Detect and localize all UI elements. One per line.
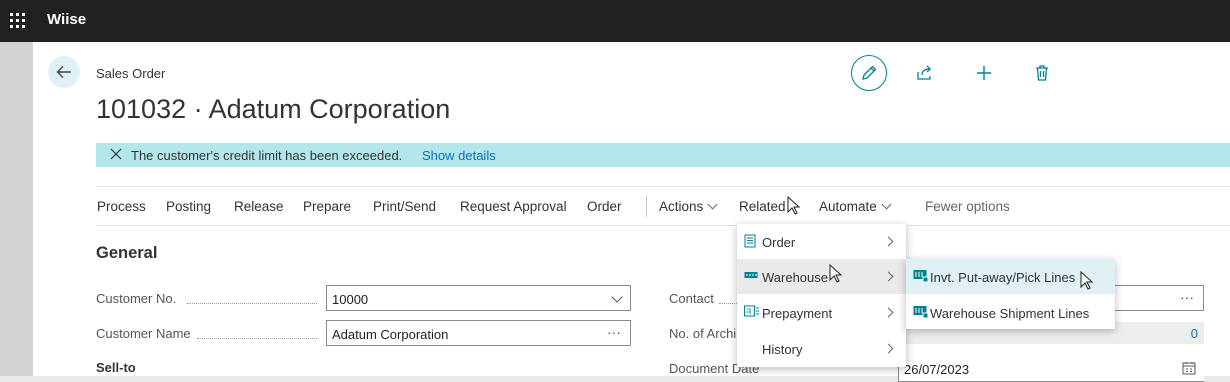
related-menu-item-label: Prepayment (762, 306, 833, 321)
page-title: 101032 · Adatum Corporation (96, 94, 451, 124)
no-of-archived-label: No. of Archi (669, 326, 737, 341)
action-release[interactable]: Release (234, 199, 284, 214)
chevron-right-icon (883, 343, 894, 354)
close-icon[interactable] (110, 148, 122, 160)
chevron-down-icon (707, 199, 718, 210)
action-actions-menu[interactable]: Actions (659, 199, 718, 214)
contact-label: Contact (669, 291, 714, 306)
calendar-icon[interactable] (1182, 361, 1196, 375)
related-label: Related (739, 199, 786, 214)
document-date-field[interactable]: 26/07/2023 (898, 356, 1204, 382)
general-heading: General (96, 244, 158, 262)
share-icon (917, 65, 931, 80)
prepayment-icon (744, 305, 759, 317)
related-menu-item-label: Warehouse (762, 270, 828, 285)
mouse-pointer-icon (787, 196, 801, 215)
credit-limit-notification: The customer's credit limit has been exc… (96, 143, 1230, 167)
related-menu-item-label: Order (762, 235, 796, 250)
arrow-left-icon (56, 66, 71, 78)
customer-name-field[interactable]: Adatum Corporation ··· (326, 320, 631, 346)
delete-button[interactable] (1025, 56, 1059, 90)
new-button[interactable] (967, 56, 1001, 90)
customer-name-value: Adatum Corporation (332, 327, 449, 342)
submenu-item-label: Invt. Put-away/Pick Lines (930, 270, 1076, 285)
shipment-lines-icon (913, 306, 929, 319)
document-icon (744, 234, 756, 248)
top-bar: Wiise (0, 0, 1230, 42)
ellipsis-icon[interactable]: ··· (1180, 289, 1194, 305)
submenu-item-warehouse-shipment-lines[interactable]: Warehouse Shipment Lines (906, 295, 1115, 330)
app-launcher-icon[interactable] (10, 13, 25, 28)
warehouse-icon (744, 272, 758, 278)
actions-label: Actions (659, 199, 704, 214)
warehouse-lines-icon (913, 270, 929, 283)
leader-dots (719, 302, 737, 304)
document-date-value: 26/07/2023 (904, 362, 970, 377)
action-process[interactable]: Process (97, 199, 146, 214)
sell-to-heading: Sell-to (96, 360, 136, 375)
mouse-pointer-icon (1080, 271, 1094, 290)
ellipsis-icon[interactable]: ··· (607, 324, 621, 340)
related-menu: Order Warehouse Prepayment History (737, 224, 906, 367)
show-details-link[interactable]: Show details (422, 148, 496, 163)
trash-icon (1036, 65, 1048, 81)
action-prepare[interactable]: Prepare (303, 199, 351, 214)
action-posting[interactable]: Posting (166, 199, 211, 214)
breadcrumb: Sales Order (96, 66, 166, 81)
leader-dots (187, 302, 317, 304)
notification-message: The customer's credit limit has been exc… (131, 148, 403, 163)
chevron-right-icon (883, 236, 894, 247)
pencil-icon (862, 65, 877, 80)
related-menu-item-order[interactable]: Order (737, 224, 906, 259)
customer-no-field[interactable]: 10000 (326, 285, 631, 311)
background-panel (0, 42, 33, 376)
action-request-approval[interactable]: Request Approval (460, 199, 567, 214)
customer-no-value: 10000 (332, 292, 369, 307)
action-print-send[interactable]: Print/Send (373, 199, 436, 214)
related-menu-item-label: History (762, 342, 803, 357)
chevron-right-icon (883, 307, 894, 318)
edit-button[interactable] (851, 55, 887, 91)
warehouse-submenu: Invt. Put-away/Pick Lines Warehouse Ship… (906, 259, 1115, 329)
related-menu-item-warehouse[interactable]: Warehouse (737, 259, 906, 294)
action-bar: Process Posting Release Prepare Print/Se… (96, 186, 1230, 226)
leader-dots (197, 337, 317, 339)
automate-label: Automate (819, 199, 877, 214)
mouse-pointer-icon (829, 264, 843, 283)
chevron-down-icon[interactable] (611, 291, 623, 303)
app-name[interactable]: Wiise (47, 11, 86, 28)
action-separator (646, 195, 647, 217)
chevron-right-icon (883, 271, 894, 282)
customer-no-label: Customer No. (96, 291, 177, 306)
chevron-down-icon (881, 199, 892, 210)
related-menu-item-prepayment[interactable]: Prepayment (737, 295, 906, 330)
customer-name-label: Customer Name (96, 326, 191, 341)
related-menu-item-history[interactable]: History (737, 331, 906, 366)
share-button[interactable] (908, 56, 942, 90)
back-button[interactable] (48, 56, 80, 88)
no-of-archived-value[interactable]: 0 (1191, 326, 1198, 341)
submenu-item-label: Warehouse Shipment Lines (930, 306, 1090, 321)
action-fewer-options[interactable]: Fewer options (925, 199, 1010, 214)
plus-icon (977, 66, 991, 80)
action-related-menu[interactable]: Related (739, 199, 786, 214)
action-automate-menu[interactable]: Automate (819, 199, 892, 214)
action-order[interactable]: Order (587, 199, 622, 214)
